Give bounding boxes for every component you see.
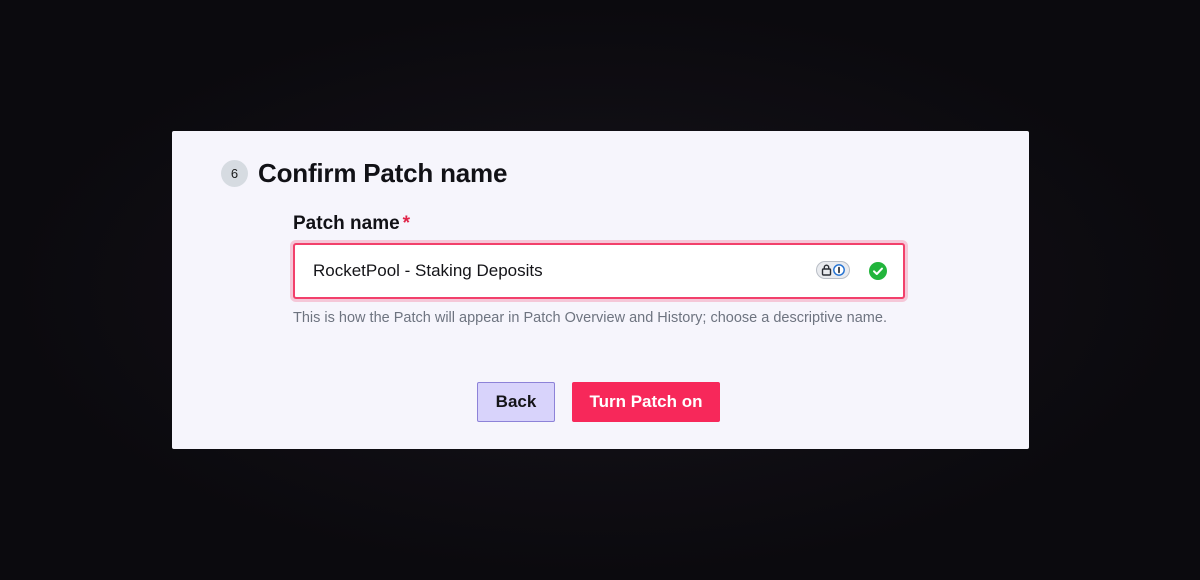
step-title: Confirm Patch name [258,158,508,188]
required-marker: * [402,213,411,234]
password-manager-button[interactable] [816,261,850,279]
key-icon [833,264,846,276]
step-number-badge: 6 [221,160,248,187]
patch-name-label-text: Patch name [293,213,400,234]
page-backdrop: 6 Confirm Patch name Patch name * Rocket… [0,0,1200,580]
step-header: 6 Confirm Patch name [221,158,507,189]
back-button[interactable]: Back [477,382,555,422]
patch-name-card: 6 Confirm Patch name Patch name * Rocket… [172,131,1029,449]
turn-patch-on-button[interactable]: Turn Patch on [572,382,720,422]
patch-name-helper-text: This is how the Patch will appear in Pat… [293,310,887,326]
patch-name-input[interactable] [295,245,805,297]
lock-icon [821,264,831,276]
patch-name-field: Patch name * RocketPool - Staking Deposi… [293,213,905,329]
action-buttons: Back Turn Patch on [477,382,720,422]
patch-name-input-wrapper [293,243,905,299]
patch-name-label: Patch name * [293,213,905,235]
check-circle-icon [869,262,887,280]
